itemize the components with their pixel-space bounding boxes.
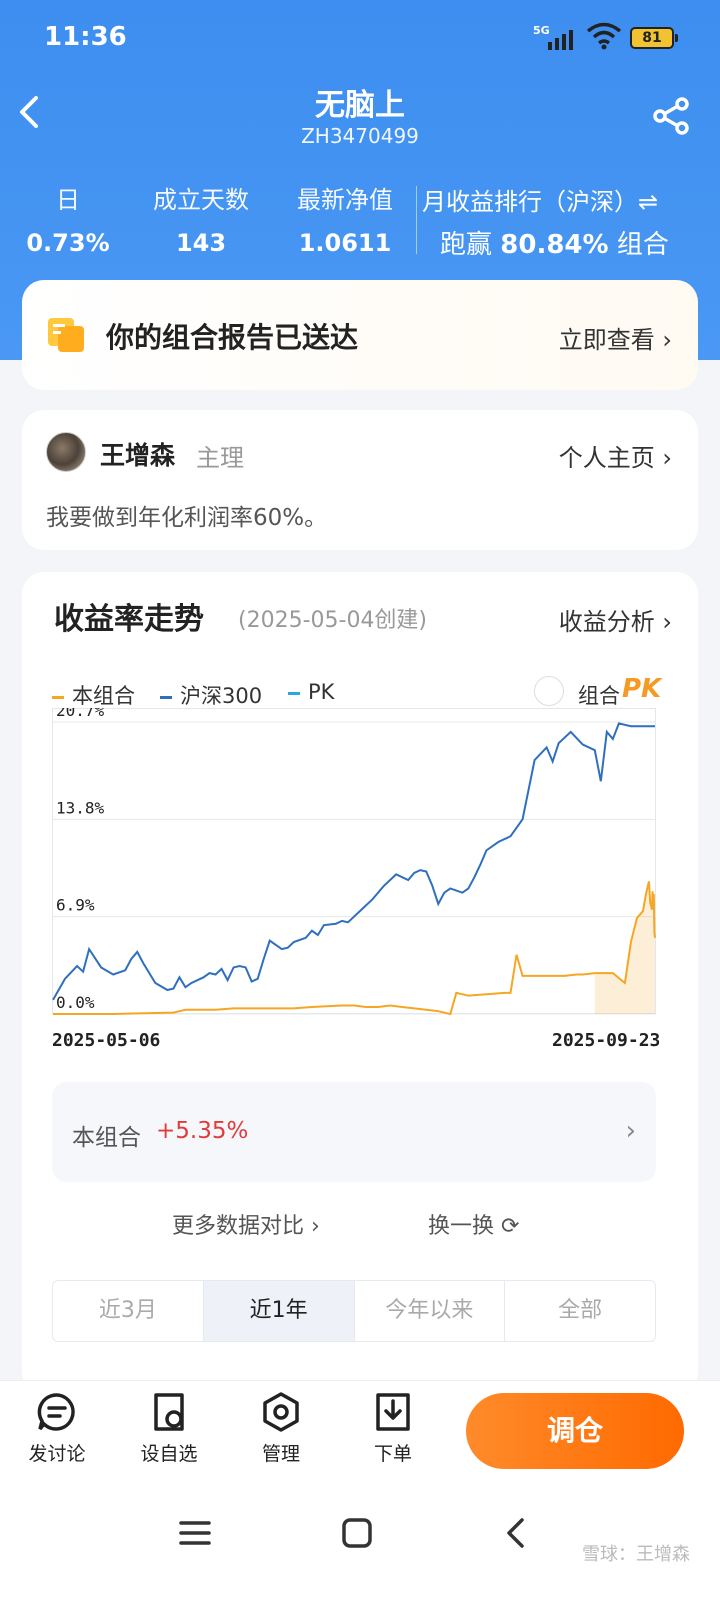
owner-card: 王增森 主理 个人主页 › 我要做到年化利润率60%。 (22, 410, 698, 550)
stat-label: 最新净值 (297, 186, 393, 214)
owner-name: 王增森 (100, 441, 176, 470)
status-bar: 11:36 5G 81 (0, 0, 720, 76)
download-order-icon (376, 1393, 410, 1431)
y-tick-label: 0.0% (56, 993, 95, 1012)
summary-value: +5.35% (156, 1118, 249, 1144)
legend-label: PK (308, 680, 335, 704)
gear-icon (263, 1392, 299, 1432)
legend-label: 本组合 (72, 684, 135, 708)
plot-frame (52, 708, 656, 1014)
status-time: 11:36 (44, 22, 127, 52)
system-nav-bar: 雪球：王增森 (0, 1480, 720, 1600)
stat-value: 1.0611 (298, 229, 392, 257)
range-all[interactable]: 全部 (505, 1281, 655, 1341)
pk-logo: PK (622, 674, 662, 704)
report-banner[interactable]: 你的组合报告已送达 立即查看 › (22, 280, 698, 390)
more-data-compare-link[interactable]: 更多数据对比 › (172, 1208, 320, 1240)
add-watchlist-button[interactable]: 设自选 (124, 1391, 214, 1466)
swap-button[interactable]: 换一换 ⟳ (428, 1208, 519, 1240)
battery-icon: 81 (630, 27, 678, 49)
portfolio-summary[interactable]: 本组合 +5.35% › (52, 1082, 656, 1182)
returns-chart[interactable]: 20.7% 13.8% 6.9% 0.0% (52, 708, 656, 1020)
toolbar-label: 管理 (261, 1443, 300, 1465)
watermark: 雪球：王增森 (582, 1544, 690, 1565)
rank-prefix: 跑赢 (440, 230, 501, 260)
stat-label: 成立天数 (153, 186, 249, 214)
rank-percent: 80.84% (500, 230, 609, 260)
rank-switch[interactable]: 月收益排行（沪深）⇌ (422, 182, 712, 217)
y-tick-label: 13.8% (56, 798, 105, 817)
portfolio-title: 无脑上 (315, 88, 405, 123)
range-3m[interactable]: 近3月 (53, 1281, 204, 1341)
share-icon[interactable] (652, 96, 692, 136)
toolbar-label: 下单 (373, 1443, 412, 1465)
view-report-link[interactable]: 立即查看 › (559, 320, 672, 355)
owner-motto: 我要做到年化利润率60%。 (46, 505, 328, 531)
x-axis-end-label: 2025-09-23 (552, 1030, 661, 1051)
stat-daily: 日 0.73% (20, 180, 116, 257)
legend-swatch (52, 695, 64, 699)
profile-link[interactable]: 个人主页 › (559, 438, 672, 473)
legend-swatch (288, 691, 300, 695)
toolbar-label: 设自选 (140, 1443, 198, 1465)
legend-swatch (160, 695, 172, 699)
owner-role: 主理 (196, 444, 244, 472)
legend-portfolio: 本组合 (52, 680, 135, 710)
y-tick-label: 6.9% (56, 896, 95, 915)
report-text: 你的组合报告已送达 (106, 321, 359, 354)
range-selector: 近3月 近1年 今年以来 全部 (52, 1280, 656, 1342)
stat-days: 成立天数 143 (136, 180, 266, 257)
summary-label: 本组合 (72, 1125, 141, 1151)
signal-icon (548, 30, 573, 50)
range-1y[interactable]: 近1年 (203, 1281, 355, 1341)
back-nav-icon[interactable] (500, 1516, 534, 1550)
stat-value: 0.73% (26, 229, 110, 257)
menu-icon[interactable] (178, 1516, 212, 1550)
legend-csi300: 沪深300 (160, 680, 262, 710)
pk-toggle[interactable] (534, 676, 564, 706)
y-tick-label: 20.7% (56, 708, 105, 720)
chevron-right-icon: › (625, 1116, 636, 1146)
report-icon (48, 318, 84, 352)
returns-analysis-link[interactable]: 收益分析 › (559, 602, 672, 637)
chart-title: 收益率走势 (54, 602, 204, 637)
watchlist-icon (154, 1393, 184, 1431)
stat-label: 日 (56, 186, 80, 214)
pk-label: 组合 (578, 684, 620, 708)
portfolio-code: ZH3470499 (301, 124, 419, 148)
avatar[interactable] (46, 432, 86, 472)
manage-button[interactable]: 管理 (236, 1391, 326, 1466)
returns-chart-card: 收益率走势 (2025-05-04创建) 收益分析 › 本组合 沪深300 PK… (22, 572, 698, 1394)
stat-nav: 最新净值 1.0611 (280, 180, 410, 257)
rank-suffix: 组合 (608, 230, 669, 260)
chat-icon (37, 1393, 75, 1431)
legend-pk: PK (288, 680, 334, 704)
place-order-button[interactable]: 下单 (348, 1391, 438, 1466)
bottom-toolbar: 发讨论 设自选 管理 下单 调仓 (0, 1380, 720, 1480)
post-discussion-button[interactable]: 发讨论 (12, 1391, 102, 1466)
home-icon[interactable] (340, 1516, 374, 1550)
stat-value: 143 (175, 229, 227, 257)
rebalance-button[interactable]: 调仓 (466, 1393, 684, 1469)
wifi-icon (586, 22, 622, 50)
stats-divider (416, 186, 417, 254)
rank-value: 跑赢 80.84% 组合 (440, 224, 669, 261)
legend-label: 沪深300 (180, 684, 263, 708)
toolbar-label: 发讨论 (28, 1443, 86, 1465)
range-ytd[interactable]: 今年以来 (355, 1281, 506, 1341)
chart-created-date: (2025-05-04创建) (238, 608, 428, 633)
x-axis-start-label: 2025-05-06 (52, 1030, 161, 1051)
